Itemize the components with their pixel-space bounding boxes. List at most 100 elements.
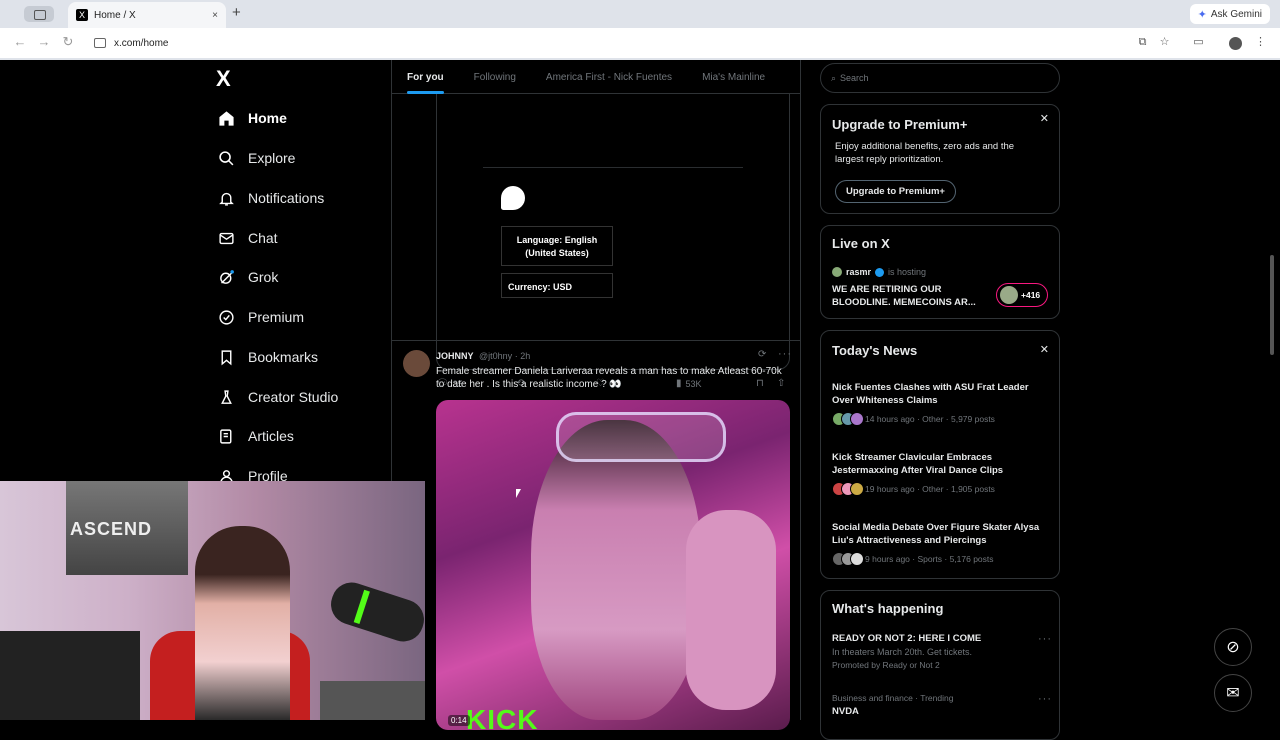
news-item[interactable]: Nick Fuentes Clashes with ASU Frat Leade… xyxy=(832,381,1052,426)
news-title: Today's News xyxy=(832,343,918,358)
news-item[interactable]: Kick Streamer Clavicular Embraces Jester… xyxy=(832,451,1052,496)
webcam-desk xyxy=(320,681,425,720)
news-meta-text: 14 hours ago · Other · 5,979 posts xyxy=(865,414,995,424)
x-favicon-icon: X xyxy=(76,9,88,21)
microphone xyxy=(325,577,425,647)
nav-explore[interactable]: Explore xyxy=(216,144,295,172)
live-title: Live on X xyxy=(832,236,890,251)
todays-news: Today's News ✕ Nick Fuentes Clashes with… xyxy=(820,330,1060,579)
browser-tab[interactable]: X Home / X × xyxy=(68,2,226,28)
search-field-icon: ⌕ xyxy=(831,72,837,83)
avatar[interactable] xyxy=(403,350,430,377)
messages-button[interactable]: ✉ xyxy=(1214,674,1252,712)
news-meta: 19 hours ago · Other · 1,905 posts xyxy=(832,482,1052,496)
browser-chrome: X Home / X × + ✦ Ask Gemini ← → ↻ x.com/… xyxy=(0,0,1280,60)
tab-mias-mainline[interactable]: Mia's Mainline xyxy=(702,60,765,94)
scrollbar[interactable] xyxy=(1268,60,1276,720)
close-icon[interactable]: ✕ xyxy=(1040,343,1049,356)
site-info-icon[interactable] xyxy=(94,38,106,48)
trend-item[interactable]: READY OR NOT 2: HERE I COME ··· In theat… xyxy=(832,633,1052,670)
tweet-video[interactable]: KICK 0:14 xyxy=(436,400,790,730)
poster-text: ASCEND xyxy=(70,519,153,539)
nav-grok[interactable]: Grok xyxy=(216,263,278,291)
author-handle[interactable]: @jt0hny xyxy=(479,351,512,361)
creator-icon xyxy=(216,387,236,407)
nav-label-bookmarks: Bookmarks xyxy=(248,349,319,365)
tab-overview-button[interactable] xyxy=(24,6,54,22)
nav-label-premium: Premium xyxy=(248,309,305,325)
video-timestamp: 0:14 xyxy=(448,715,470,726)
grok-button[interactable]: ⊘ xyxy=(1214,628,1252,666)
articles-icon xyxy=(216,426,236,446)
bookmark-icon xyxy=(216,347,236,367)
video-subject xyxy=(531,420,701,720)
post-media-card[interactable]: Language: English (United States) Curren… xyxy=(436,94,790,370)
forward-icon[interactable]: → xyxy=(36,34,52,49)
author-name[interactable]: JOHNNY xyxy=(436,351,474,361)
nav-notifications[interactable]: Notifications xyxy=(216,184,324,212)
bookmark-star-icon[interactable]: ☆ xyxy=(1159,37,1170,48)
search-icon xyxy=(216,148,236,168)
live-stream-title[interactable]: WE ARE RETIRING OUR BLOODLINE. MEMECOINS… xyxy=(832,283,992,309)
search-input[interactable]: ⌕ Search xyxy=(820,63,1060,93)
x-logo-icon[interactable]: X xyxy=(216,68,238,90)
nav-label-creator-studio: Creator Studio xyxy=(248,389,339,405)
tweet-header: JOHNNY @jt0hny · 2h xyxy=(436,351,530,361)
bell-icon xyxy=(216,188,236,208)
language-label: Language: English (United States) xyxy=(501,226,613,266)
back-icon[interactable]: ← xyxy=(12,34,28,49)
trend-item[interactable]: Business and finance · Trending ··· NVDA xyxy=(832,693,1052,717)
news-meta-text: 9 hours ago · Sports · 5,176 posts xyxy=(865,554,994,564)
nav-creator-studio[interactable]: Creator Studio xyxy=(216,383,338,411)
new-tab-button[interactable]: + xyxy=(232,5,241,21)
verified-icon xyxy=(875,267,885,277)
news-item[interactable]: Social Media Debate Over Figure Skater A… xyxy=(832,521,1052,566)
nav-label-grok: Grok xyxy=(248,269,279,285)
listener-avatar xyxy=(1000,286,1018,304)
news-avatars xyxy=(832,552,864,566)
live-host[interactable]: rasmr is hosting xyxy=(832,267,926,277)
profile-avatar-icon[interactable] xyxy=(1229,37,1242,50)
tab-for-you[interactable]: For you xyxy=(407,60,444,94)
premium-upsell: Upgrade to Premium+ ✕ Enjoy additional b… xyxy=(820,104,1060,214)
scrollbar-thumb[interactable] xyxy=(1270,255,1274,355)
webcam-overlay: ASCEND xyxy=(0,481,425,720)
tab-following[interactable]: Following xyxy=(474,60,516,94)
more-options-icon[interactable]: ··· xyxy=(778,348,792,360)
tab-close-icon[interactable]: × xyxy=(212,10,218,21)
more-options-icon[interactable]: ··· xyxy=(1038,693,1052,705)
timeline: For you Following America First - Nick F… xyxy=(391,60,801,730)
nav-home[interactable]: Home xyxy=(216,104,287,132)
nav-bookmarks[interactable]: Bookmarks xyxy=(216,343,318,371)
webcam-person xyxy=(195,526,290,720)
trend-subtitle: In theaters March 20th. Get tickets. xyxy=(832,647,973,657)
tweet-text: Female streamer Daniela Lariveraa reveal… xyxy=(436,366,782,390)
nav-articles[interactable]: Articles xyxy=(216,422,294,450)
mail-fab-icon: ✉ xyxy=(1226,685,1240,702)
live-listeners-badge[interactable]: +416 xyxy=(996,283,1048,307)
nav-label-notifications: Notifications xyxy=(248,190,325,206)
reload-icon[interactable]: ↻ xyxy=(60,34,76,50)
side-panel-icon[interactable]: ▭ xyxy=(1193,37,1204,48)
upgrade-premium-button[interactable]: Upgrade to Premium+ xyxy=(835,180,956,203)
nav-label-home: Home xyxy=(248,110,287,126)
tab-america-first[interactable]: America First - Nick Fuentes xyxy=(546,60,672,94)
more-options-icon[interactable]: ··· xyxy=(1038,633,1052,645)
ask-gemini-button[interactable]: ✦ Ask Gemini xyxy=(1189,4,1270,24)
mouse-cursor-icon xyxy=(516,489,521,498)
nav-premium[interactable]: Premium xyxy=(216,303,304,331)
grok-icon xyxy=(216,267,236,287)
premium-description: Enjoy additional benefits, zero ads and … xyxy=(835,141,1015,165)
tweet-time[interactable]: · 2h xyxy=(515,351,531,361)
grok-explain-icon[interactable]: ⟳ xyxy=(758,349,766,360)
host-name: rasmr xyxy=(846,267,872,277)
menu-icon[interactable]: ⋮ xyxy=(1255,37,1266,48)
news-meta-text: 19 hours ago · Other · 1,905 posts xyxy=(865,484,995,494)
address-bar[interactable]: x.com/home xyxy=(86,32,1176,54)
patreon-logo-icon xyxy=(501,186,525,210)
install-icon[interactable]: ⧉ xyxy=(1137,37,1148,48)
live-on-x: Live on X rasmr is hosting WE ARE RETIRI… xyxy=(820,225,1060,319)
nav-chat[interactable]: Chat xyxy=(216,224,278,252)
video-hand xyxy=(686,510,776,710)
close-icon[interactable]: ✕ xyxy=(1040,112,1049,125)
